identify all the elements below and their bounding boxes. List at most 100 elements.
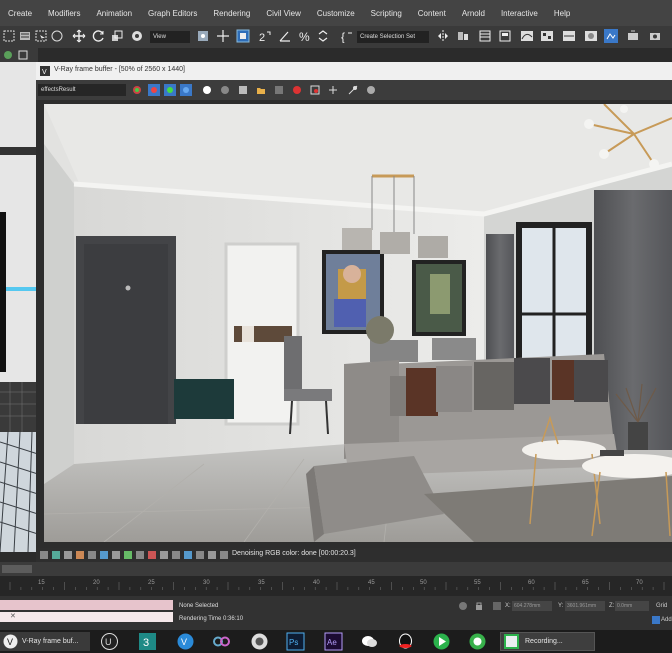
task-recording[interactable]: Recording...	[500, 632, 595, 651]
wechat-icon[interactable]	[360, 632, 379, 651]
photoshop-icon[interactable]: Ps	[286, 632, 305, 651]
vfb-title: V-Ray frame buffer - [50% of 2560 x 1440…	[54, 66, 186, 73]
select-manipulate-icon[interactable]	[216, 29, 230, 43]
y-coordinate-field[interactable]: 3601.961mm	[565, 601, 605, 611]
region-render-icon[interactable]	[310, 85, 320, 95]
lens-effects-icon[interactable]	[348, 85, 358, 95]
toggle-ribbon-icon[interactable]	[498, 29, 512, 43]
named-selection-icon[interactable]: {	[340, 29, 354, 43]
history-icon[interactable]	[366, 85, 376, 95]
add-time-tag-label[interactable]: Add	[661, 617, 672, 623]
browser-icon[interactable]	[468, 632, 487, 651]
track-bar[interactable]: 15 20 25 30 35 40 45 50 55 60 65 70	[0, 576, 672, 596]
angle-snap-icon[interactable]	[278, 29, 292, 43]
recorder-app-icon	[504, 634, 519, 649]
render-channel-dropdown[interactable]: effectsResult	[38, 84, 126, 96]
select-by-name-icon[interactable]	[18, 29, 32, 43]
scene-viewport[interactable]	[0, 62, 38, 552]
selection-lock-icon[interactable]	[474, 601, 484, 611]
close-icon[interactable]: ✕	[10, 612, 16, 620]
maxscript-listener-line[interactable]	[0, 600, 173, 610]
move-icon[interactable]	[72, 29, 86, 43]
scene-explorer-icon[interactable]	[3, 50, 13, 60]
percent-snap-icon[interactable]: %	[298, 29, 312, 43]
absolute-mode-icon[interactable]	[492, 601, 502, 611]
menu-create[interactable]: Create	[0, 9, 40, 18]
z-coordinate-field[interactable]: 0.0mm	[615, 601, 649, 611]
add-time-tag-icon[interactable]	[652, 616, 660, 624]
viewport-layout-icon[interactable]	[18, 50, 28, 60]
menu-customize[interactable]: Customize	[309, 9, 363, 18]
blue-channel-icon[interactable]	[180, 84, 192, 96]
x-coordinate-field[interactable]: 604.278mm	[512, 601, 552, 611]
render-active-shade-icon[interactable]	[648, 29, 662, 43]
material-editor-icon[interactable]	[562, 29, 576, 43]
viewport-wireframe	[0, 62, 38, 552]
render-icon[interactable]	[292, 85, 302, 95]
network-app-icon[interactable]	[212, 632, 231, 651]
schematic-view-icon[interactable]	[540, 29, 554, 43]
vfb-status-icons[interactable]	[40, 551, 230, 559]
menu-civil-view[interactable]: Civil View	[258, 9, 309, 18]
svg-text:2: 2	[259, 32, 265, 43]
select-object-icon[interactable]	[2, 29, 16, 43]
region-select-icon[interactable]	[34, 29, 48, 43]
rendered-image[interactable]	[44, 104, 672, 542]
track-mouse-icon[interactable]	[328, 85, 338, 95]
camera-app-icon[interactable]	[250, 632, 269, 651]
menu-scripting[interactable]: Scripting	[363, 9, 410, 18]
keyboard-shortcut-icon[interactable]	[236, 29, 250, 43]
track-bar-ticks	[9, 582, 665, 590]
render-production-icon[interactable]	[626, 29, 640, 43]
scale-icon[interactable]	[110, 29, 124, 43]
unreal-engine-icon[interactable]: U	[100, 632, 119, 651]
load-image-icon[interactable]	[256, 85, 266, 95]
isolate-selection-icon[interactable]	[458, 601, 468, 611]
spinner-snap-icon[interactable]	[316, 29, 330, 43]
vray-frame-buffer-window[interactable]: V V-Ray frame buffer - [50% of 2560 x 14…	[36, 62, 672, 562]
save-image-icon[interactable]	[238, 85, 248, 95]
layer-explorer-icon[interactable]	[478, 29, 492, 43]
menu-interactive[interactable]: Interactive	[493, 9, 546, 18]
green-channel-icon[interactable]	[164, 84, 176, 96]
mirror-icon[interactable]	[436, 29, 450, 43]
align-icon[interactable]	[456, 29, 470, 43]
rgb-channel-icon[interactable]	[132, 85, 142, 95]
after-effects-icon[interactable]: Ae	[324, 632, 343, 651]
window-crossing-icon[interactable]	[50, 29, 64, 43]
render-setup-icon[interactable]	[584, 29, 598, 43]
tick-55: 55	[474, 580, 481, 586]
monochrome-icon[interactable]	[220, 85, 230, 95]
menu-rendering[interactable]: Rendering	[205, 9, 258, 18]
menu-animation[interactable]: Animation	[88, 9, 140, 18]
menu-bar: Create Modifiers Animation Graph Editors…	[0, 0, 672, 26]
selection-set-dropdown[interactable]: Create Selection Set	[357, 31, 429, 43]
task-vfb[interactable]: V V-Ray frame buf...	[0, 632, 90, 651]
menu-modifiers[interactable]: Modifiers	[40, 9, 88, 18]
time-slider-handle[interactable]	[2, 565, 32, 573]
vfb-title-bar[interactable]: V V-Ray frame buffer - [50% of 2560 x 14…	[36, 62, 672, 80]
menu-arnold[interactable]: Arnold	[454, 9, 493, 18]
snap-toggle-icon[interactable]: 2	[258, 29, 272, 43]
pivot-center-icon[interactable]	[196, 29, 210, 43]
reference-coordinate-dropdown[interactable]: View	[150, 31, 190, 43]
rotate-icon[interactable]	[92, 29, 106, 43]
menu-graph-editors[interactable]: Graph Editors	[140, 9, 205, 18]
vray-app-icon: V	[3, 634, 18, 649]
menu-content[interactable]: Content	[410, 9, 454, 18]
svg-text:V: V	[181, 637, 187, 647]
time-slider[interactable]	[0, 562, 672, 576]
3ds-max-icon[interactable]: 3	[138, 632, 157, 651]
place-icon[interactable]	[130, 29, 144, 43]
rendered-frame-window-icon[interactable]	[604, 29, 618, 43]
clear-image-icon[interactable]	[274, 85, 284, 95]
qq-icon[interactable]	[396, 632, 415, 651]
svg-text:V: V	[7, 637, 13, 647]
vray-icon[interactable]: V	[176, 632, 195, 651]
media-player-icon[interactable]	[432, 632, 451, 651]
red-channel-icon[interactable]	[148, 84, 160, 96]
curve-editor-icon[interactable]	[520, 29, 534, 43]
alpha-channel-icon[interactable]	[202, 85, 212, 95]
menu-help[interactable]: Help	[546, 9, 578, 18]
maxscript-mini-listener[interactable]: ✕	[0, 612, 173, 622]
